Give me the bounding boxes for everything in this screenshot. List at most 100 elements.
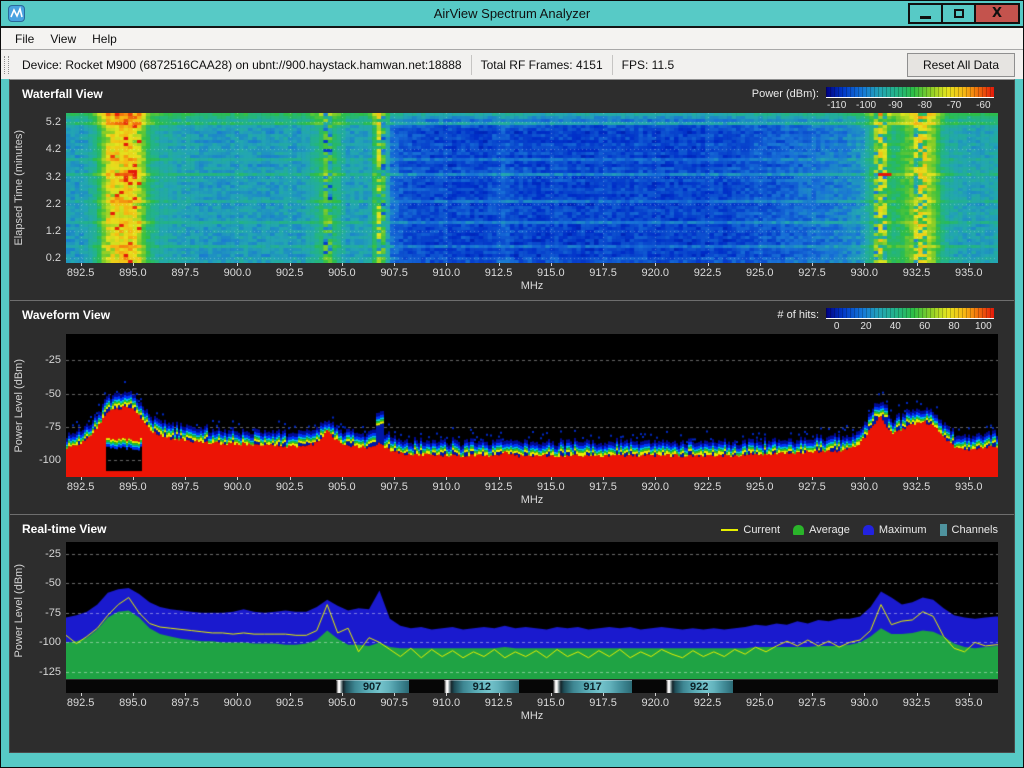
x-tick-label: 920.0: [642, 267, 670, 279]
colorbar-tick-label: -110: [822, 98, 851, 111]
menu-view[interactable]: View: [42, 32, 84, 46]
x-tick-label: 910.0: [433, 697, 461, 709]
x-tick-label: 922.5: [694, 697, 722, 709]
x-tick-mark: [133, 693, 134, 696]
x-tick-mark: [133, 477, 134, 480]
x-tick-label: 895.0: [119, 697, 147, 709]
menu-file[interactable]: File: [7, 32, 42, 46]
x-tick-label: 917.5: [589, 481, 617, 493]
legend-average: Average: [793, 524, 850, 536]
x-tick-label: 935.0: [955, 481, 983, 493]
realtime-legend: Current Average Maximum Channels: [721, 524, 998, 536]
y-tick-label: 0.2: [46, 252, 61, 264]
average-area-swatch: [793, 525, 804, 535]
waveform-histogram-canvas: [66, 334, 998, 477]
channel-segment-922[interactable]: 922: [666, 680, 733, 693]
channels-swatch: [940, 524, 947, 536]
x-tick-label: 902.5: [276, 267, 304, 279]
device-status: Device: Rocket M900 (6872516CAA28) on ub…: [13, 55, 472, 75]
realtime-ylabel: Power Level (dBm): [13, 564, 25, 658]
colorbar-tick-label: -90: [881, 98, 910, 111]
x-tick-label: 920.0: [642, 697, 670, 709]
waveform-yaxis: Power Level (dBm) -25-50-75-100: [10, 334, 66, 477]
colorbar-tick-label: -100: [851, 98, 880, 111]
reset-all-data-button[interactable]: Reset All Data: [907, 53, 1015, 77]
x-tick-mark: [603, 263, 604, 266]
x-tick-mark: [551, 263, 552, 266]
x-tick-mark: [394, 477, 395, 480]
colorbar-tick-label: 40: [881, 319, 910, 332]
x-tick-label: 892.5: [67, 697, 95, 709]
x-tick-mark: [603, 477, 604, 480]
x-tick-mark: [760, 263, 761, 266]
colorbar-tick-label: 0: [822, 319, 851, 332]
waveform-xlabel: MHz: [66, 494, 998, 512]
waterfall-header: Waterfall View Power (dBm): -110-100-90-…: [10, 80, 1014, 113]
x-tick-label: 917.5: [589, 697, 617, 709]
channel-segment-907[interactable]: 907: [336, 680, 409, 693]
waterfall-ylabel: Elapsed Time (minutes): [13, 130, 25, 246]
x-tick-mark: [551, 693, 552, 696]
x-tick-label: 925.0: [746, 481, 774, 493]
x-tick-label: 927.5: [798, 267, 826, 279]
menu-help[interactable]: Help: [84, 32, 125, 46]
hits-colorbar-body: 020406080100: [826, 308, 998, 332]
colorbar-tick-label: -80: [910, 98, 939, 111]
waterfall-xlabel: MHz: [66, 280, 998, 298]
realtime-chart: Power Level (dBm) -25-50-75-100-125: [10, 542, 1014, 679]
x-tick-label: 932.5: [903, 481, 931, 493]
x-tick-label: 900.0: [224, 481, 252, 493]
y-tick-label: -50: [45, 388, 61, 400]
channel-segment-912[interactable]: 912: [444, 680, 519, 693]
colorbar-tick-label: 60: [910, 319, 939, 332]
x-tick-mark: [969, 477, 970, 480]
x-tick-mark: [342, 263, 343, 266]
y-tick-label: 1.2: [46, 225, 61, 237]
x-tick-mark: [185, 263, 186, 266]
x-tick-mark: [237, 693, 238, 696]
colorbar-tick-label: -70: [939, 98, 968, 111]
minimize-icon: [920, 16, 931, 19]
y-tick-label: -75: [45, 421, 61, 433]
channel-segment-917[interactable]: 917: [553, 680, 632, 693]
x-tick-label: 897.5: [171, 481, 199, 493]
waveform-title: Waveform View: [22, 308, 110, 322]
y-tick-label: -25: [45, 548, 61, 560]
waterfall-plot: [66, 113, 998, 263]
app-icon: [8, 5, 25, 22]
x-tick-mark: [812, 477, 813, 480]
maximize-button[interactable]: [941, 3, 976, 24]
minimize-button[interactable]: [908, 3, 943, 24]
y-tick-label: -25: [45, 354, 61, 366]
x-tick-label: 930.0: [850, 697, 878, 709]
maximize-icon: [954, 9, 964, 18]
colorbar-tick-label: 100: [969, 319, 998, 332]
x-tick-label: 930.0: [850, 481, 878, 493]
channel-bar: 907 912 917 922: [66, 680, 998, 693]
colorbar-tick-label: -60: [969, 98, 998, 111]
x-tick-label: 935.0: [955, 267, 983, 279]
x-tick-mark: [446, 263, 447, 266]
x-tick-label: 892.5: [67, 267, 95, 279]
close-button[interactable]: X: [974, 3, 1020, 24]
x-tick-label: 902.5: [276, 481, 304, 493]
legend-average-label: Average: [809, 524, 850, 536]
x-tick-mark: [342, 477, 343, 480]
power-colorbar: Power (dBm): -110-100-90-80-70-60: [752, 87, 998, 111]
x-tick-mark: [290, 477, 291, 480]
x-tick-label: 917.5: [589, 267, 617, 279]
x-tick-label: 922.5: [694, 481, 722, 493]
legend-channels: Channels: [940, 524, 998, 536]
window-title: AirView Spectrum Analyzer: [1, 6, 1023, 21]
waterfall-heatmap-canvas: [66, 113, 998, 263]
waveform-header: Waveform View # of hits: 020406080100: [10, 301, 1014, 334]
realtime-title: Real-time View: [22, 522, 106, 536]
x-tick-mark: [864, 263, 865, 266]
waveform-section: Waveform View # of hits: 020406080100 Po…: [10, 300, 1014, 514]
x-tick-mark: [969, 263, 970, 266]
waterfall-chart: Elapsed Time (minutes) 5.24.23.22.21.20.…: [10, 113, 1014, 263]
power-colorbar-body: -110-100-90-80-70-60: [826, 87, 998, 111]
waveform-chart: Power Level (dBm) -25-50-75-100: [10, 334, 1014, 477]
x-tick-label: 900.0: [224, 267, 252, 279]
y-tick-label: 4.2: [46, 143, 61, 155]
